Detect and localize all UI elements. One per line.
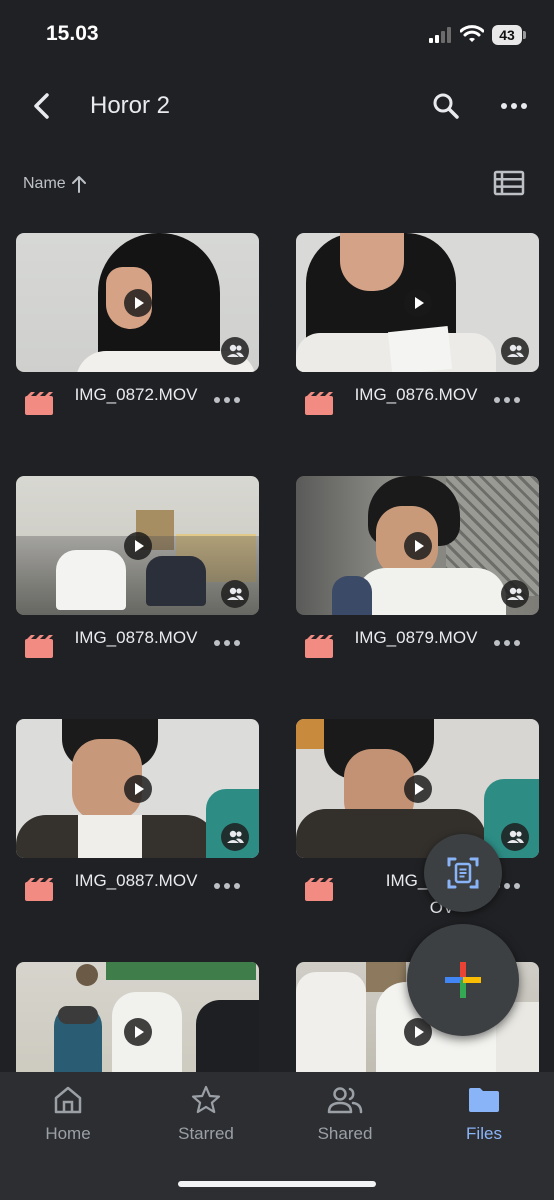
plus-icon bbox=[445, 962, 481, 998]
nav-files[interactable]: Files bbox=[429, 1084, 539, 1154]
video-file-icon bbox=[305, 635, 333, 658]
play-icon bbox=[124, 775, 152, 803]
home-icon bbox=[54, 1086, 82, 1114]
wifi-icon bbox=[460, 25, 484, 42]
file-card[interactable]: IMG_0876.MOV bbox=[296, 233, 540, 453]
list-view-icon[interactable] bbox=[492, 168, 526, 198]
play-icon bbox=[404, 289, 432, 317]
file-name: IMG_0879.MOV bbox=[354, 628, 478, 647]
shared-people-icon bbox=[221, 337, 249, 365]
video-file-icon bbox=[305, 392, 333, 415]
play-icon bbox=[404, 775, 432, 803]
shared-people-icon bbox=[221, 580, 249, 608]
video-file-icon bbox=[305, 878, 333, 901]
sort-label: Name bbox=[23, 175, 66, 192]
file-card[interactable]: IMG_0887.MOV bbox=[16, 719, 260, 939]
more-horiz-icon[interactable] bbox=[212, 393, 242, 407]
star-icon bbox=[191, 1085, 221, 1114]
more-horiz-icon[interactable] bbox=[492, 393, 522, 407]
file-card[interactable]: IMG_0878.MOV bbox=[16, 476, 260, 696]
video-thumbnail[interactable] bbox=[16, 476, 259, 615]
more-horiz-icon[interactable] bbox=[492, 636, 522, 650]
new-item-button[interactable] bbox=[407, 924, 519, 1036]
video-thumbnail[interactable] bbox=[296, 719, 539, 858]
nav-home-label: Home bbox=[45, 1124, 91, 1143]
shared-people-icon bbox=[501, 337, 529, 365]
more-horiz-icon[interactable] bbox=[212, 636, 242, 650]
search-icon[interactable] bbox=[428, 88, 464, 124]
cellular-signal-icon bbox=[429, 27, 455, 43]
nav-starred-label: Starred bbox=[178, 1124, 234, 1143]
shared-people-icon bbox=[221, 823, 249, 851]
file-name: IMG_0876.MOV bbox=[354, 385, 478, 404]
video-thumbnail[interactable] bbox=[16, 719, 259, 858]
status-time: 15.03 bbox=[46, 22, 99, 45]
play-icon bbox=[124, 1018, 152, 1046]
play-icon bbox=[124, 532, 152, 560]
file-name: IMG_0887.MOV bbox=[74, 871, 198, 890]
nav-files-label: Files bbox=[466, 1124, 502, 1143]
video-file-icon bbox=[25, 392, 53, 415]
video-file-icon bbox=[25, 878, 53, 901]
document-scan-icon bbox=[447, 857, 479, 889]
battery-indicator: 43 bbox=[492, 25, 522, 45]
file-card[interactable]: IMG_0872.MOV bbox=[16, 233, 260, 453]
play-icon bbox=[124, 289, 152, 317]
back-arrow-icon[interactable] bbox=[25, 88, 61, 124]
video-thumbnail[interactable] bbox=[16, 233, 259, 372]
nav-home[interactable]: Home bbox=[13, 1084, 123, 1154]
home-indicator bbox=[178, 1181, 376, 1187]
people-icon bbox=[327, 1087, 363, 1114]
battery-nub bbox=[523, 31, 526, 39]
video-thumbnail[interactable] bbox=[296, 476, 539, 615]
folder-icon bbox=[469, 1088, 499, 1112]
video-thumbnail[interactable] bbox=[296, 233, 539, 372]
sort-by-name-button[interactable]: Name bbox=[23, 172, 88, 196]
file-name: IMG_0872.MOV bbox=[74, 385, 198, 404]
file-name: IMG_0878.MOV bbox=[74, 628, 198, 647]
nav-shared[interactable]: Shared bbox=[290, 1084, 400, 1154]
nav-shared-label: Shared bbox=[317, 1124, 373, 1143]
sort-up-arrow-icon bbox=[71, 176, 86, 193]
play-icon bbox=[404, 532, 432, 560]
more-horiz-icon[interactable] bbox=[496, 88, 532, 124]
file-card[interactable]: IMG_0879.MOV bbox=[296, 476, 540, 696]
folder-title: Horor 2 bbox=[90, 92, 171, 119]
nav-starred[interactable]: Starred bbox=[151, 1084, 261, 1154]
shared-people-icon bbox=[501, 580, 529, 608]
scan-document-button[interactable] bbox=[424, 834, 502, 912]
file-card[interactable]: IMG_08 OV bbox=[296, 719, 540, 939]
shared-people-icon bbox=[501, 823, 529, 851]
more-horiz-icon[interactable] bbox=[212, 879, 242, 893]
video-file-icon bbox=[25, 635, 53, 658]
